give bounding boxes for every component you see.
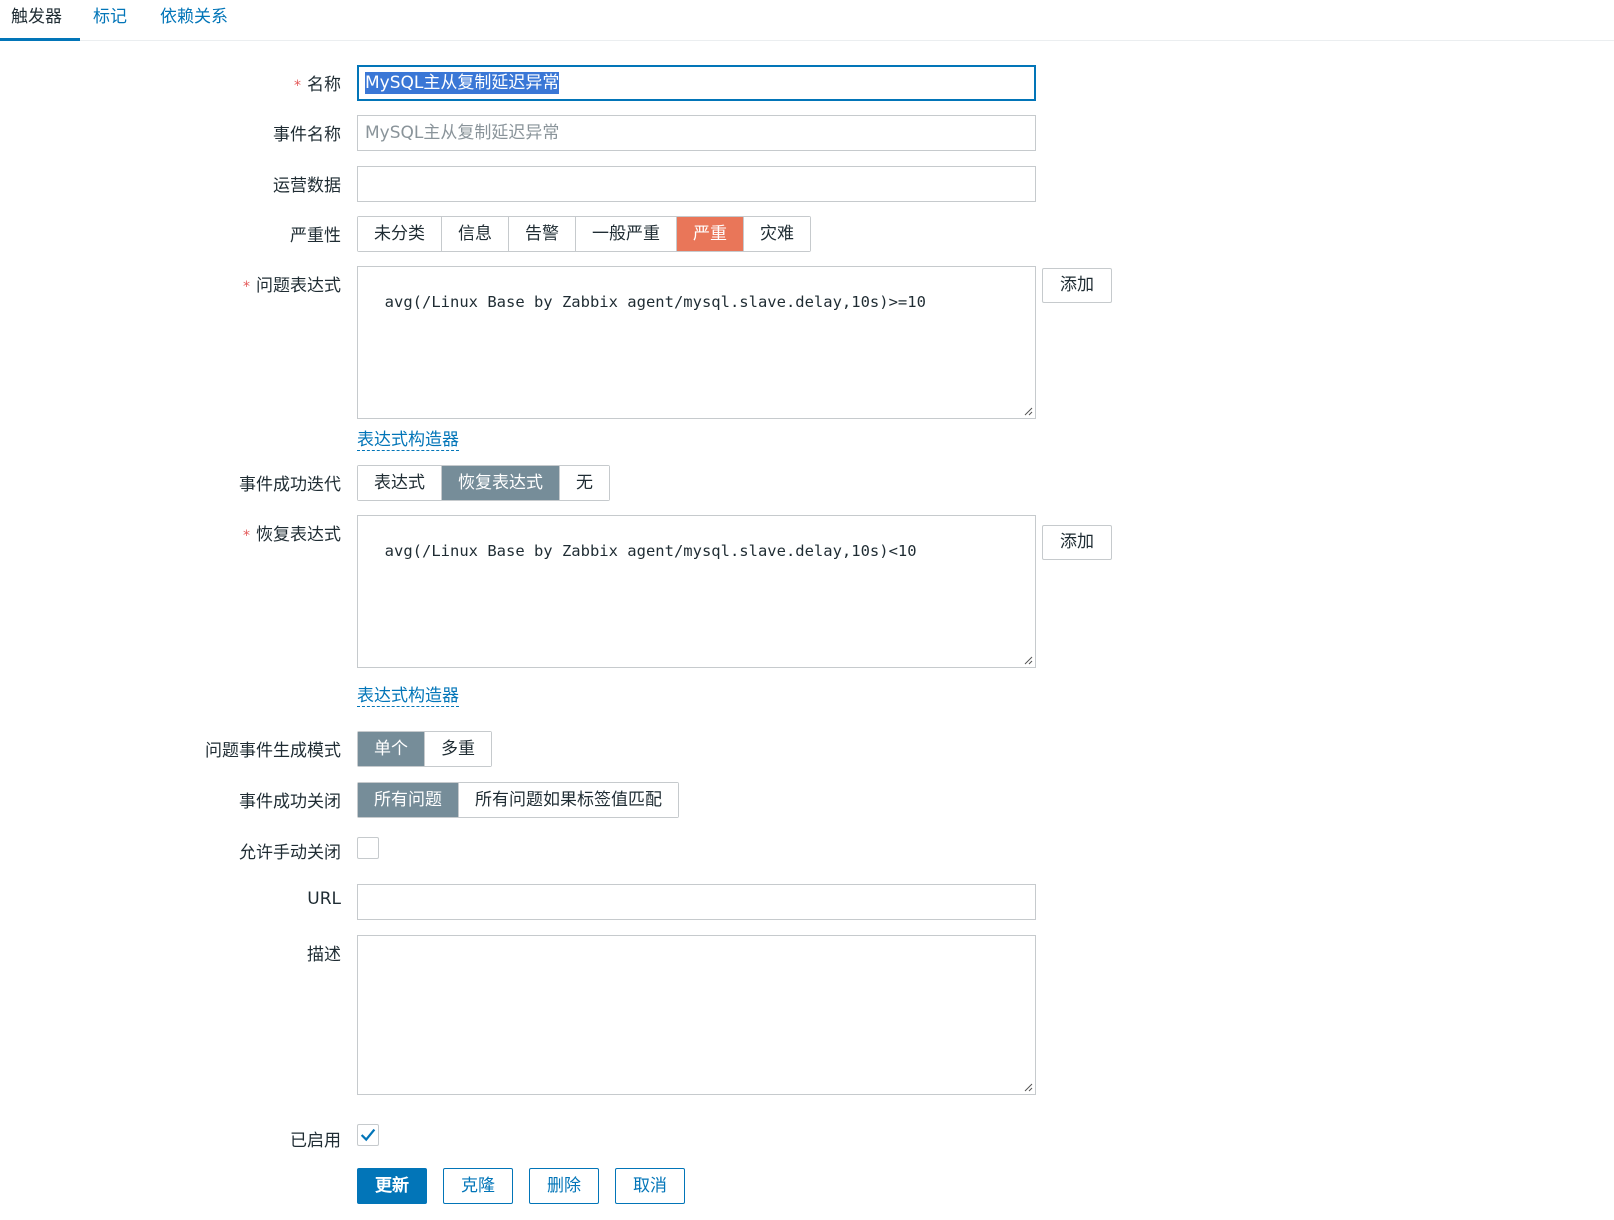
- name-input[interactable]: MySQL主从复制延迟异常: [357, 65, 1036, 101]
- problem-expression-value: avg(/Linux Base by Zabbix agent/mysql.sl…: [384, 293, 926, 311]
- description-textarea[interactable]: [357, 935, 1036, 1095]
- ok-close-label: 事件成功关闭: [239, 792, 341, 812]
- url-input[interactable]: [357, 884, 1036, 920]
- severity-information[interactable]: 信息: [442, 217, 509, 251]
- enabled-checkbox[interactable]: [357, 1124, 379, 1146]
- problem-mode-multiple[interactable]: 多重: [425, 732, 491, 766]
- ok-event-expression[interactable]: 表达式: [358, 466, 442, 500]
- severity-warning[interactable]: 告警: [509, 217, 576, 251]
- severity-disaster[interactable]: 灾难: [744, 217, 810, 251]
- tab-trigger[interactable]: 触发器: [0, 0, 80, 41]
- ok-close-all-problems[interactable]: 所有问题: [358, 783, 459, 817]
- manual-close-checkbox[interactable]: [357, 837, 379, 859]
- severity-high[interactable]: 严重: [677, 217, 744, 251]
- ok-event-none[interactable]: 无: [560, 466, 609, 500]
- problem-expression-textarea[interactable]: avg(/Linux Base by Zabbix agent/mysql.sl…: [357, 266, 1036, 419]
- ok-close-selector: 所有问题 所有问题如果标签值匹配: [357, 782, 679, 818]
- severity-label: 严重性: [290, 226, 341, 246]
- required-mark: *: [243, 528, 250, 544]
- severity-selector: 未分类 信息 告警 一般严重 严重 灾难: [357, 216, 811, 252]
- event-name-label: 事件名称: [273, 125, 341, 145]
- recovery-expression-value: avg(/Linux Base by Zabbix agent/mysql.sl…: [384, 542, 917, 560]
- cancel-button[interactable]: 取消: [615, 1168, 685, 1204]
- ok-event-generation-label: 事件成功迭代: [239, 475, 341, 495]
- ok-event-generation-selector: 表达式 恢复表达式 无: [357, 465, 610, 501]
- tab-dependencies[interactable]: 依赖关系: [160, 0, 228, 41]
- resize-grip-icon[interactable]: [1023, 655, 1033, 665]
- problem-mode-selector: 单个 多重: [357, 731, 492, 767]
- problem-expression-constructor-link[interactable]: 表达式构造器: [357, 430, 459, 451]
- name-label: * 名称: [294, 75, 341, 95]
- enabled-label: 已启用: [290, 1131, 341, 1151]
- clone-button[interactable]: 克隆: [443, 1168, 513, 1204]
- problem-expression-label: * 问题表达式: [243, 276, 341, 296]
- add-recovery-expression-button[interactable]: 添加: [1042, 525, 1112, 560]
- event-name-placeholder: MySQL主从复制延迟异常: [365, 123, 560, 143]
- delete-button[interactable]: 删除: [529, 1168, 599, 1204]
- severity-average[interactable]: 一般严重: [576, 217, 677, 251]
- name-input-value: MySQL主从复制延迟异常: [365, 72, 560, 94]
- opdata-label: 运营数据: [273, 176, 341, 196]
- severity-not-classified[interactable]: 未分类: [358, 217, 442, 251]
- problem-mode-single[interactable]: 单个: [358, 732, 425, 766]
- required-mark: *: [243, 279, 250, 295]
- url-label: URL: [307, 889, 341, 909]
- recovery-expression-constructor-link[interactable]: 表达式构造器: [357, 686, 459, 707]
- update-button[interactable]: 更新: [357, 1168, 427, 1204]
- resize-grip-icon[interactable]: [1023, 1082, 1033, 1092]
- tab-tags[interactable]: 标记: [93, 0, 127, 41]
- add-problem-expression-button[interactable]: 添加: [1042, 268, 1112, 303]
- recovery-expression-textarea[interactable]: avg(/Linux Base by Zabbix agent/mysql.sl…: [357, 515, 1036, 668]
- ok-close-tag-match[interactable]: 所有问题如果标签值匹配: [459, 783, 678, 817]
- manual-close-label: 允许手动关闭: [239, 843, 341, 863]
- ok-event-recovery-expression[interactable]: 恢复表达式: [442, 466, 560, 500]
- required-mark: *: [294, 78, 301, 94]
- tab-bar: 触发器 标记 依赖关系: [0, 0, 1614, 41]
- problem-mode-label: 问题事件生成模式: [205, 741, 341, 761]
- event-name-input[interactable]: MySQL主从复制延迟异常: [357, 115, 1036, 151]
- resize-grip-icon[interactable]: [1023, 406, 1033, 416]
- checkmark-icon: [360, 1128, 376, 1142]
- opdata-input[interactable]: [357, 166, 1036, 202]
- description-label: 描述: [307, 945, 341, 965]
- recovery-expression-label: * 恢复表达式: [243, 525, 341, 545]
